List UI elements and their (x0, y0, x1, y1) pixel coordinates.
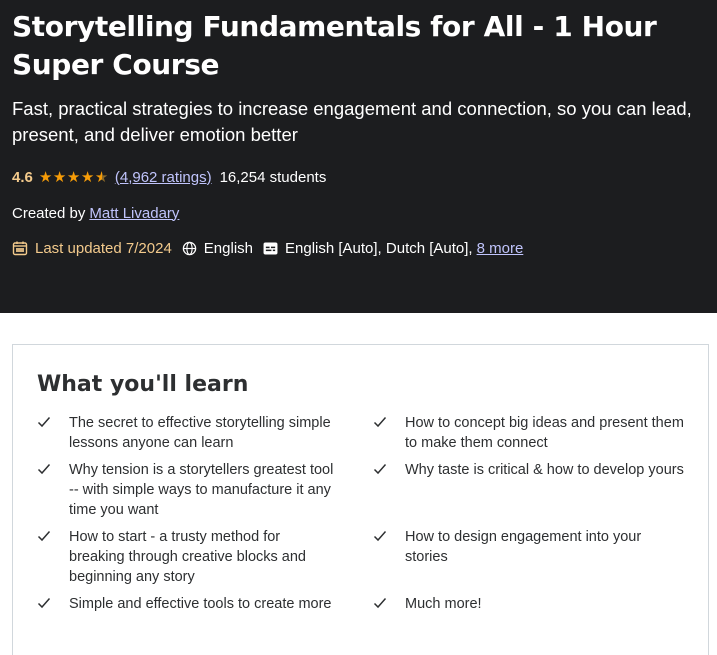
list-item: How to start - a trusty method for break… (37, 527, 373, 587)
ratings-link[interactable]: (4,962 ratings) (115, 169, 212, 186)
section-title: What you'll learn (37, 372, 249, 397)
course-captions: English [Auto], Dutch [Auto], 8 more (263, 240, 523, 257)
check-icon (373, 594, 405, 614)
content-fade (13, 615, 708, 655)
course-language: English (182, 240, 253, 257)
rating-number: 4.6 (12, 168, 33, 186)
course-subtitle: Fast, practical strategies to increase e… (12, 98, 692, 145)
list-item: Simple and effective tools to create mor… (37, 594, 373, 614)
course-title: Storytelling Fundamentals for All - 1 Ho… (12, 10, 657, 81)
star-icon: ★ (52, 168, 67, 186)
what-you-will-learn-section: What you'll learn The secret to effectiv… (12, 344, 709, 655)
list-item: Why tension is a storytellers greatest t… (37, 460, 373, 520)
closed-captions-icon (263, 241, 278, 255)
check-icon (37, 527, 69, 587)
created-by-row: Created by Matt Livadary (12, 202, 705, 224)
list-item: How to design engagement into your stori… (373, 527, 685, 587)
course-header: Storytelling Fundamentals for All - 1 Ho… (0, 0, 717, 313)
list-item: The secret to effective storytelling sim… (37, 413, 373, 453)
star-half-icon: ★ (94, 168, 109, 186)
star-icon: ★ (66, 168, 81, 186)
course-meta-row: Last updated 7/2024 English English [Aut… (12, 237, 705, 259)
rating-row: 4.6 ★ ★ ★ ★ ★ (4,962 ratings) 16,254 stu… (12, 166, 705, 188)
created-by-label: Created by (12, 204, 86, 222)
star-icon: ★ (80, 168, 95, 186)
list-item: Much more! (373, 594, 685, 614)
learn-list: The secret to effective storytelling sim… (37, 413, 684, 621)
list-item: Why taste is critical & how to develop y… (373, 460, 685, 520)
last-updated-text: Last updated 7/2024 (35, 239, 172, 257)
check-icon (37, 413, 69, 453)
check-icon (37, 460, 69, 520)
learn-column-right: How to concept big ideas and present the… (373, 413, 685, 621)
star-icon: ★ (38, 168, 53, 186)
check-icon (373, 413, 405, 453)
captions-text: English [Auto], Dutch [Auto], (285, 239, 473, 257)
language-text: English (203, 239, 253, 257)
last-updated: Last updated 7/2024 (12, 240, 172, 257)
check-icon (373, 527, 405, 587)
check-icon (373, 460, 405, 520)
globe-icon (182, 241, 197, 256)
more-captions-link[interactable]: 8 more (477, 240, 524, 257)
students-count: 16,254 students (219, 168, 327, 186)
calendar-icon (12, 240, 28, 256)
list-item: How to concept big ideas and present the… (373, 413, 685, 453)
star-rating: ★ ★ ★ ★ ★ (39, 170, 109, 185)
learn-column-left: The secret to effective storytelling sim… (37, 413, 373, 621)
author-link[interactable]: Matt Livadary (89, 205, 179, 222)
check-icon (37, 594, 69, 614)
